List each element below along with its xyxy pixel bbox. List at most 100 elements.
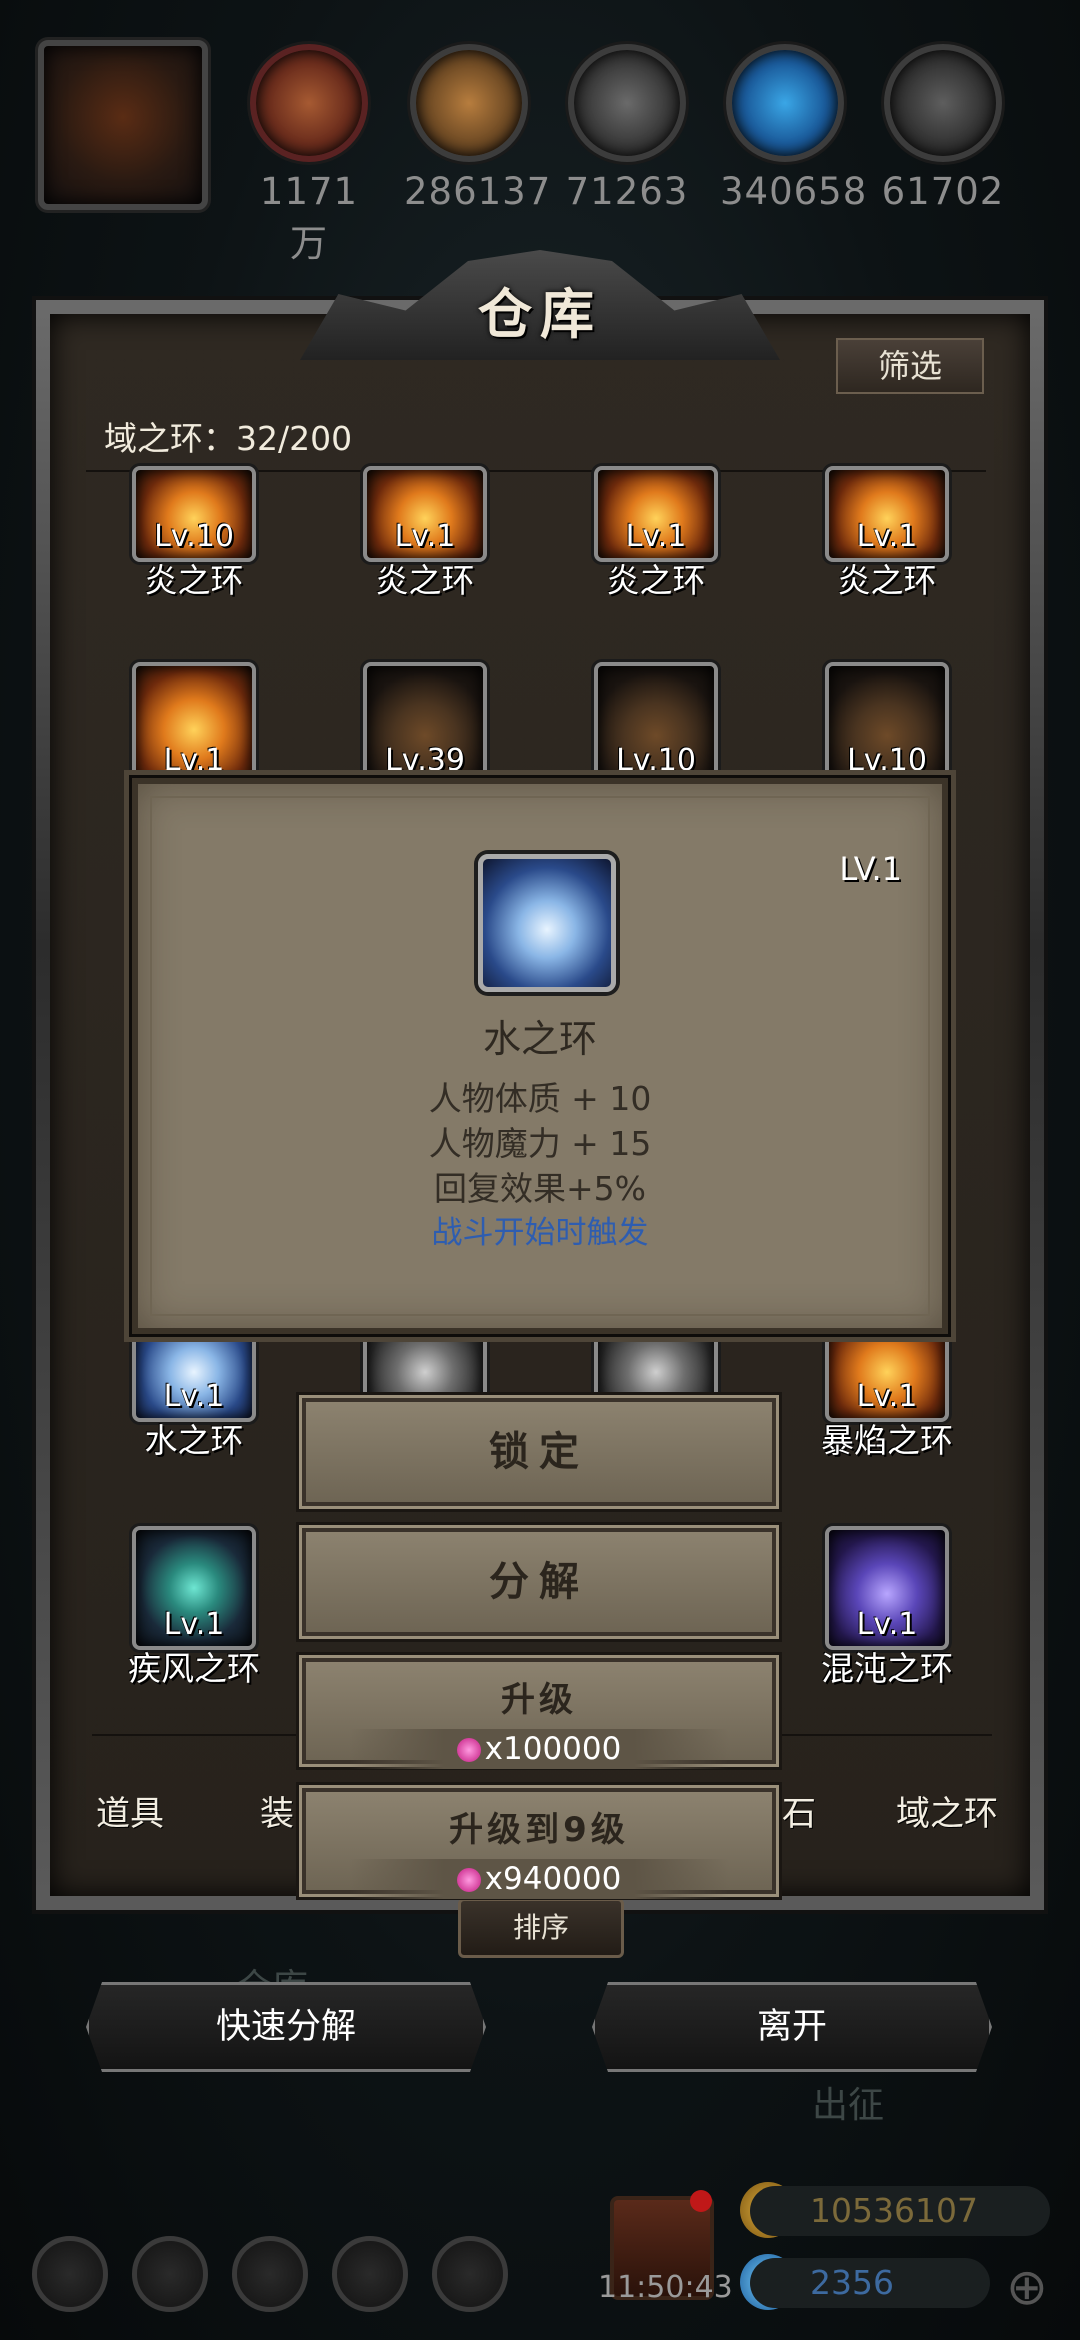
gem-icon bbox=[456, 1868, 481, 1892]
upgrade-to-level-button[interactable]: 升级到9级 x940000 bbox=[302, 1788, 776, 1899]
ring-level: Lv.1 bbox=[625, 519, 687, 554]
resource-iron[interactable]: 71263 bbox=[562, 44, 692, 213]
resource-value: 286137 bbox=[404, 170, 552, 213]
cost-value: x100000 bbox=[484, 1731, 622, 1767]
ring-count-label: 域之环：32/200 bbox=[104, 419, 353, 458]
warehouse-title: 仓库 bbox=[478, 283, 602, 346]
ring-level: Lv.10 bbox=[616, 743, 696, 778]
ring-level: Lv.1 bbox=[394, 519, 456, 554]
resource-value: 61702 bbox=[881, 170, 1005, 213]
gold-amount: 10536107 bbox=[750, 2186, 1050, 2236]
tab-gems[interactable]: 石 bbox=[782, 1786, 816, 1835]
ring-slot[interactable]: Lv.10 炎之环 bbox=[114, 466, 274, 602]
detail-stats: 人物体质 + 10 人物魔力 + 15 回复效果+5% 战斗开始时触发 bbox=[138, 1076, 942, 1256]
resource-wood[interactable]: 286137 bbox=[404, 44, 552, 213]
ring-level: Lv.1 bbox=[163, 743, 225, 778]
notification-dot bbox=[690, 2190, 712, 2212]
detail-level: LV.1 bbox=[839, 850, 902, 888]
decompose-button[interactable]: 分解 bbox=[302, 1528, 776, 1636]
earth-ring-icon: Lv.39 bbox=[363, 662, 487, 786]
hero-icon[interactable] bbox=[132, 2236, 208, 2312]
water-ring-icon bbox=[478, 854, 616, 992]
ring-name: 暴焰之环 bbox=[821, 1421, 953, 1460]
detail-name: 水之环 bbox=[482, 1017, 597, 1061]
trigger-condition: 战斗开始时触发 bbox=[431, 1215, 649, 1251]
wind-ring-icon: Lv.1 bbox=[132, 1526, 256, 1650]
add-currency-icon[interactable]: ⊕ bbox=[1006, 2258, 1048, 2316]
ring-name: 混沌之环 bbox=[821, 1649, 953, 1688]
upgrade-label: 升级 bbox=[501, 1680, 577, 1720]
ring-slot[interactable]: Lv.1 混沌之环 bbox=[807, 1526, 967, 1690]
gem-icon bbox=[456, 1738, 481, 1762]
tab-equipment[interactable]: 装 bbox=[260, 1786, 294, 1835]
resource-value: 1171万 bbox=[259, 170, 359, 265]
wood-icon bbox=[410, 44, 528, 162]
tab-rings[interactable]: 域之环 bbox=[896, 1786, 998, 1835]
tab-items[interactable]: 道具 bbox=[96, 1786, 164, 1835]
upgrade-cost: x100000 bbox=[349, 1729, 729, 1769]
ring-name: 炎之环 bbox=[606, 561, 706, 600]
resource-value: 340658 bbox=[720, 170, 868, 213]
clock: 11:50:43 bbox=[598, 2270, 733, 2305]
fire-ring-icon: Lv.10 bbox=[132, 466, 256, 562]
fire-ring-icon: Lv.1 bbox=[132, 662, 256, 786]
ring-name: 疾风之环 bbox=[128, 1649, 260, 1688]
ore-icon bbox=[884, 44, 1002, 162]
resource-ore[interactable]: 61702 bbox=[878, 44, 1008, 213]
chaos-ring-icon: Lv.1 bbox=[825, 1526, 949, 1650]
ring-level: Lv.1 bbox=[163, 1607, 225, 1642]
leave-button[interactable]: 离开 bbox=[592, 1982, 992, 2072]
background-expedition-label: 出征 bbox=[812, 2085, 885, 2126]
crystal-icon bbox=[726, 44, 844, 162]
guild-icon[interactable] bbox=[232, 2236, 308, 2312]
ring-slot[interactable]: Lv.1 炎之环 bbox=[576, 466, 736, 602]
sort-button[interactable]: 排序 bbox=[458, 1898, 624, 1958]
settings-icon[interactable] bbox=[32, 2236, 108, 2312]
ring-slot[interactable]: Lv.1 炎之环 bbox=[345, 466, 505, 602]
resource-meat[interactable]: 1171万 bbox=[244, 44, 374, 267]
ring-level: Lv.1 bbox=[856, 519, 918, 554]
ring-level: Lv.1 bbox=[856, 1607, 918, 1642]
ring-detail-popup: LV.1 水之环 人物体质 + 10 人物魔力 + 15 回复效果+5% 战斗开… bbox=[132, 778, 948, 1334]
iron-icon bbox=[568, 44, 686, 162]
quick-decompose-button[interactable]: 快速分解 bbox=[86, 1982, 486, 2072]
upgrade-button[interactable]: 升级 x100000 bbox=[302, 1658, 776, 1769]
ring-level: Lv.10 bbox=[847, 743, 927, 778]
ring-slot[interactable]: Lv.1 炎之环 bbox=[807, 466, 967, 602]
resource-value: 71263 bbox=[565, 170, 689, 213]
mail-icon[interactable] bbox=[332, 2236, 408, 2312]
earth-ring-icon: Lv.10 bbox=[594, 662, 718, 786]
ring-slot[interactable]: Lv.10 bbox=[576, 662, 736, 786]
ring-slot[interactable]: Lv.10 bbox=[807, 662, 967, 786]
ring-slot[interactable]: Lv.1 bbox=[114, 662, 274, 786]
ring-level: Lv.39 bbox=[385, 743, 465, 778]
fire-ring-icon: Lv.1 bbox=[594, 466, 718, 562]
filter-button[interactable]: 筛选 bbox=[836, 338, 984, 394]
earth-ring-icon: Lv.10 bbox=[825, 662, 949, 786]
fire-ring-icon: Lv.1 bbox=[363, 466, 487, 562]
stat-line: 回复效果+5% bbox=[433, 1169, 646, 1208]
resource-crystal[interactable]: 340658 bbox=[720, 44, 868, 213]
upgrade-to-label: 升级到9级 bbox=[449, 1810, 629, 1850]
fire-ring-icon: Lv.1 bbox=[825, 466, 949, 562]
upgrade-to-cost: x940000 bbox=[349, 1859, 729, 1899]
cost-value: x940000 bbox=[484, 1861, 622, 1897]
map-icon[interactable] bbox=[432, 2236, 508, 2312]
ring-slot[interactable]: Lv.1 水之环 bbox=[114, 1312, 274, 1462]
meat-icon bbox=[250, 44, 368, 162]
lock-button[interactable]: 锁定 bbox=[302, 1398, 776, 1506]
ring-name: 炎之环 bbox=[837, 561, 937, 600]
ring-name: 炎之环 bbox=[375, 561, 475, 600]
ring-level: Lv.1 bbox=[856, 1379, 918, 1414]
ring-level: Lv.10 bbox=[154, 519, 234, 554]
stat-line: 人物体质 + 10 bbox=[428, 1079, 652, 1118]
ring-name: 炎之环 bbox=[144, 561, 244, 600]
ring-level: Lv.1 bbox=[163, 1379, 225, 1414]
ring-name: 水之环 bbox=[144, 1421, 244, 1460]
stat-line: 人物魔力 + 15 bbox=[428, 1124, 652, 1163]
player-avatar[interactable] bbox=[38, 40, 208, 210]
ring-slot[interactable]: Lv.39 bbox=[345, 662, 505, 786]
diamond-amount: 2356 bbox=[750, 2258, 990, 2308]
ring-slot[interactable]: Lv.1 暴焰之环 bbox=[807, 1312, 967, 1462]
ring-slot[interactable]: Lv.1 疾风之环 bbox=[114, 1526, 274, 1690]
